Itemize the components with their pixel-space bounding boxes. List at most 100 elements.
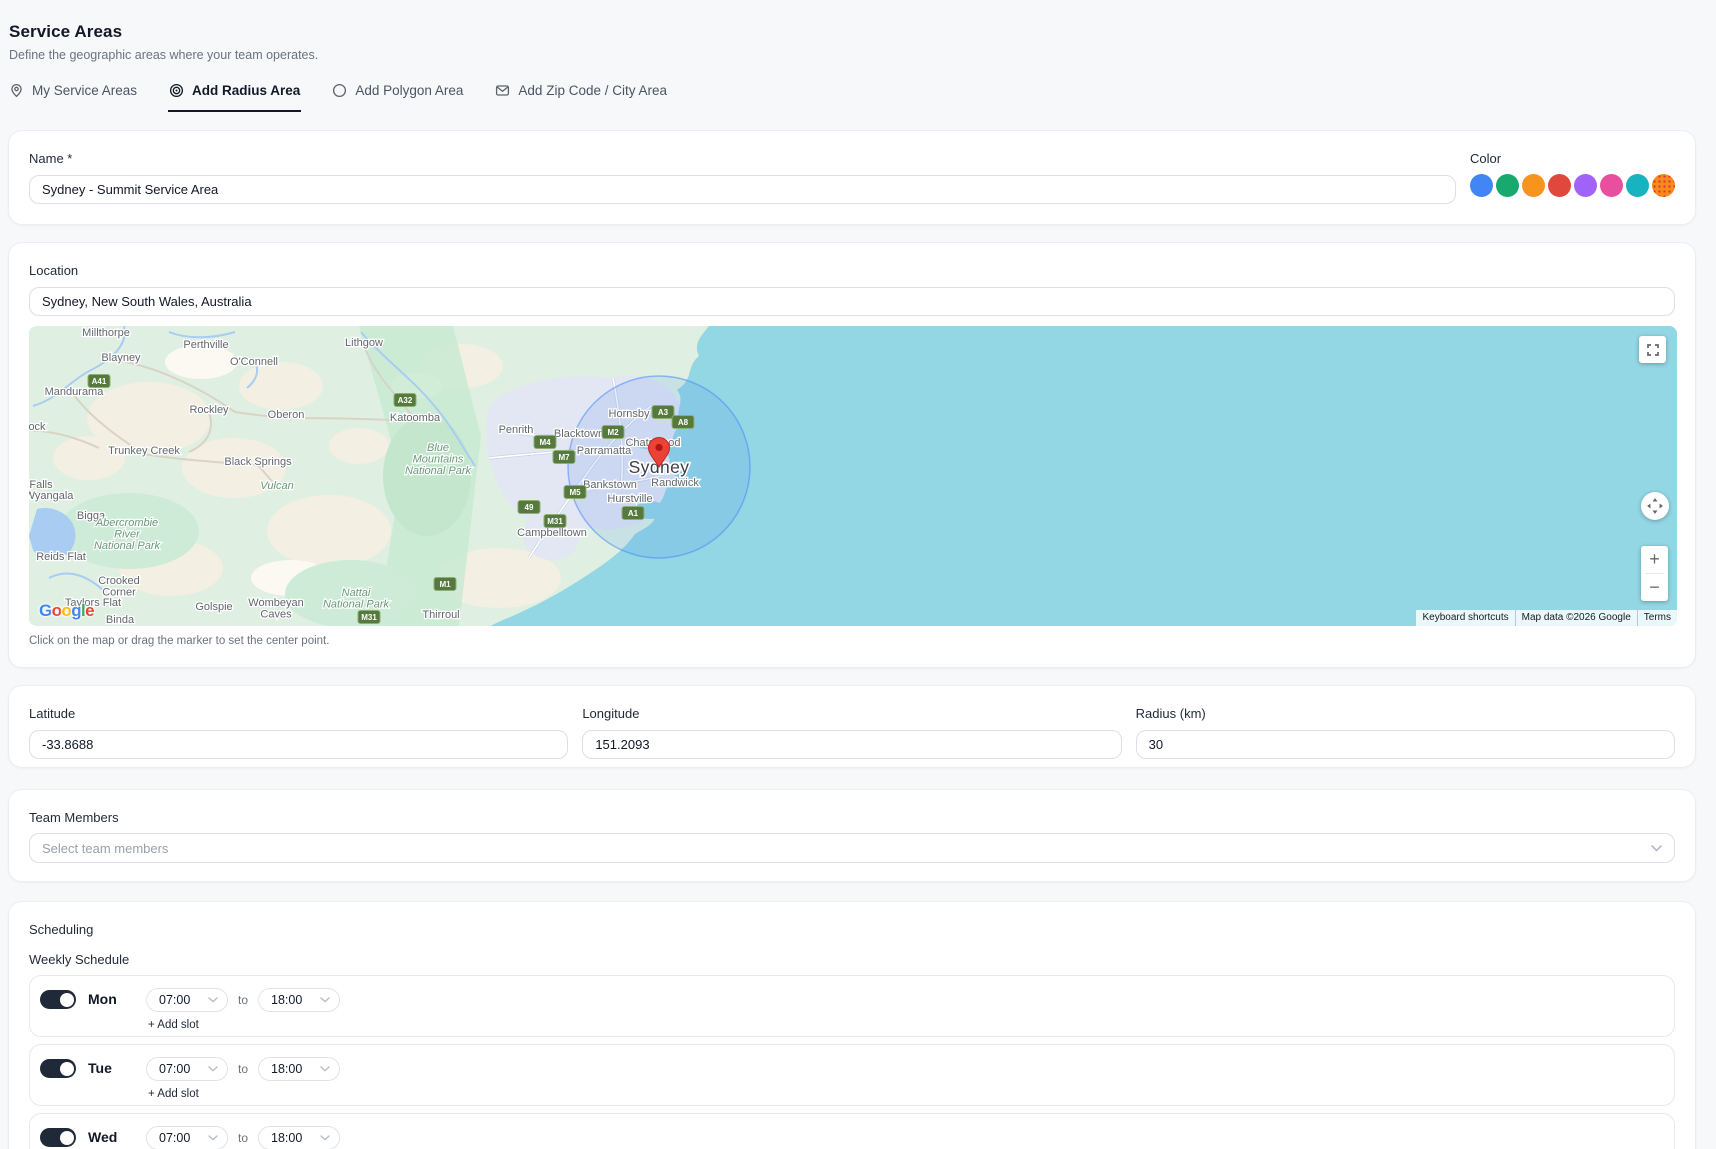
time-value: 18:00 [271,1131,302,1145]
map-data-attribution: Map data ©2026 Google [1516,610,1637,626]
map-zoom-control: + − [1641,546,1668,601]
mon-toggle[interactable] [40,990,76,1009]
time-value: 07:00 [159,1062,190,1076]
google-logo[interactable]: Google [39,601,94,621]
road-shield-a32: A32 [394,394,416,407]
time-value: 07:00 [159,1131,190,1145]
color-swatch-purple[interactable] [1574,174,1597,197]
radius-input[interactable] [1136,730,1675,759]
toggle-knob [60,1062,74,1076]
svg-text:M1: M1 [439,580,451,589]
map-label-black-springs: Black Springs [224,456,292,468]
google-map[interactable]: MillthorpePerthvilleBlayneyO'ConnellLith… [29,326,1677,626]
tab-my-service-areas[interactable]: My Service Areas [8,83,138,112]
time-value: 18:00 [271,1062,302,1076]
map-pan-control[interactable] [1641,492,1669,520]
road-shield-m31: M31 [544,515,566,528]
svg-text:M31: M31 [361,613,377,622]
longitude-label: Longitude [582,706,1121,721]
team-members-select[interactable]: Select team members [29,833,1675,863]
tab-label: Add Polygon Area [355,83,463,98]
road-shield-m31: M31 [358,611,380,624]
svg-text:A8: A8 [678,418,689,427]
name-input[interactable] [29,175,1456,204]
tab-label: Add Zip Code / City Area [518,83,667,98]
color-swatch-teal[interactable] [1626,174,1649,197]
map-help-text: Click on the map or drag the marker to s… [29,635,1675,647]
tue-add-slot-button[interactable]: + Add slot [146,1088,199,1100]
map-label-millthorpe: Millthorpe [82,327,130,339]
color-swatch-blue[interactable] [1470,174,1493,197]
radius-label: Radius (km) [1136,706,1675,721]
mon-add-slot-button[interactable]: + Add slot [146,1019,199,1031]
keyboard-shortcuts-button[interactable]: Keyboard shortcuts [1416,610,1514,626]
tab-add-zip-code-city-area[interactable]: Add Zip Code / City Area [494,83,668,112]
color-picker: Color [1470,151,1675,204]
mon-end-select[interactable]: 18:00 [258,988,340,1012]
toggle-knob [60,993,74,1007]
location-input[interactable] [29,287,1675,316]
tab-add-polygon-area[interactable]: Add Polygon Area [331,83,464,112]
map-label-reids-flat: Reids Flat [36,551,86,563]
to-label: to [238,1062,248,1076]
name-label: Name * [29,151,1456,166]
color-swatch-orange-dotted[interactable] [1652,174,1675,197]
schedule-row-tue: Tue07:00to18:00+ Add slot [29,1044,1675,1106]
road-shield-m7: M7 [553,451,575,464]
schedule-row-wed: Wed07:00to18:00+ Add slot [29,1113,1675,1149]
svg-text:M2: M2 [607,428,619,437]
color-swatch-pink[interactable] [1600,174,1623,197]
road-shield-m1: M1 [434,578,456,591]
tabs: My Service Areas Add Radius Area Add Polyg… [8,83,1696,112]
chevron-down-icon [320,1066,330,1072]
map-attribution: Keyboard shortcuts Map data ©2026 Google… [1416,610,1677,626]
color-swatch-orange[interactable] [1522,174,1545,197]
location-label: Location [29,263,1675,278]
svg-text:A1: A1 [628,509,639,518]
color-swatch-red[interactable] [1548,174,1571,197]
chevron-down-icon [208,997,218,1003]
scheduling-title: Scheduling [29,922,1675,937]
wed-start-select[interactable]: 07:00 [146,1126,228,1149]
color-swatches [1470,174,1675,197]
map-label-campbelltown: Campbelltown [517,527,587,539]
latitude-label: Latitude [29,706,568,721]
wed-time-slots: 07:00to18:00+ Add slot [146,1126,340,1149]
zoom-in-button[interactable]: + [1641,546,1668,573]
road-shield-m5: M5 [564,486,586,499]
color-label: Color [1470,151,1675,166]
wed-toggle[interactable] [40,1128,76,1147]
longitude-input[interactable] [582,730,1121,759]
wed-end-select[interactable]: 18:00 [258,1126,340,1149]
map-fullscreen-button[interactable] [1639,336,1666,363]
map-label-binda: Binda [106,614,135,626]
terms-link[interactable]: Terms [1638,610,1677,626]
zoom-out-button[interactable]: − [1641,574,1668,601]
map-label-oberon: Oberon [268,409,305,421]
weekly-schedule-rows: Mon07:00to18:00+ Add slotTue07:00to18:00… [29,975,1675,1149]
time-value: 07:00 [159,993,190,1007]
road-shield-a3: A3 [652,406,674,419]
page-subtitle: Define the geographic areas where your t… [9,48,1696,62]
time-value: 18:00 [271,993,302,1007]
road-shield-a8: A8 [672,416,694,429]
chevron-down-icon [1651,845,1662,852]
tue-end-select[interactable]: 18:00 [258,1057,340,1081]
tab-add-radius-area[interactable]: Add Radius Area [168,83,301,112]
location-card: Location [8,242,1696,668]
map-park-label-vulcan: Vulcan [260,480,293,492]
latitude-input[interactable] [29,730,568,759]
tue-toggle[interactable] [40,1059,76,1078]
to-label: to [238,1131,248,1145]
map-label-perthville: Perthville [183,339,228,351]
mon-start-select[interactable]: 07:00 [146,988,228,1012]
svg-text:A3: A3 [658,408,669,417]
color-swatch-green[interactable] [1496,174,1519,197]
mon-time-slots: 07:00to18:00+ Add slot [146,988,340,1031]
map-label-hurstville: Hurstville [607,493,652,505]
google-logo-letter: G [39,601,52,620]
map-label-blacktown: Blacktown [554,428,604,440]
svg-text:A41: A41 [92,377,107,386]
weekly-schedule-title: Weekly Schedule [29,952,1675,967]
tue-start-select[interactable]: 07:00 [146,1057,228,1081]
